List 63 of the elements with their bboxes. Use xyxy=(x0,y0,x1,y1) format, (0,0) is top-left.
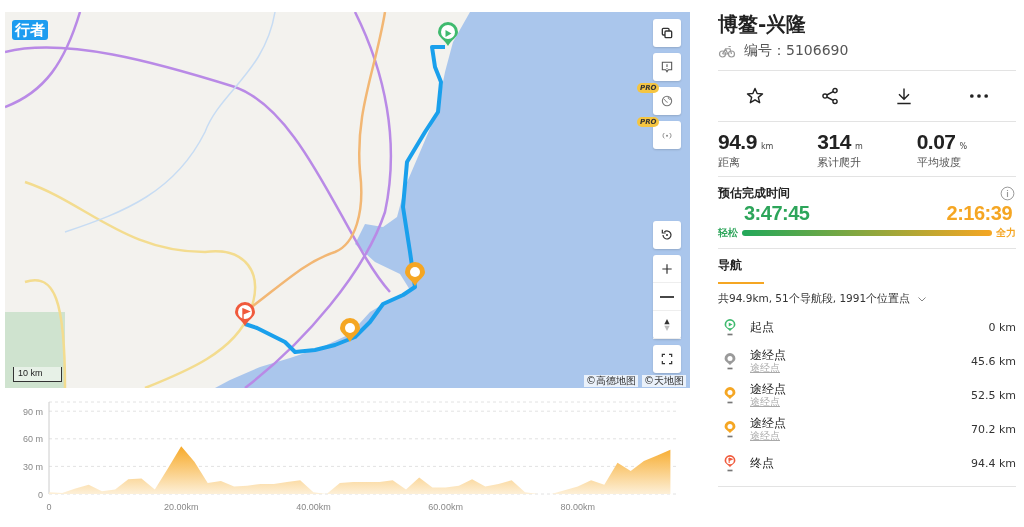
waypoint-distance: 94.4 km xyxy=(970,456,1016,470)
hard-time: 2:16:39 xyxy=(946,202,1012,224)
app-logo: 行者 xyxy=(12,20,48,40)
waypoint-subtitle: 途经点 xyxy=(750,430,781,442)
stat-label: 距离 xyxy=(718,155,741,170)
more-icon xyxy=(969,94,988,98)
route-title: 博鳌-兴隆 xyxy=(718,11,808,38)
layers-icon xyxy=(659,25,675,41)
stat-label: 平均坡度 xyxy=(916,155,962,170)
x-axis-label: 20.00km xyxy=(163,502,199,512)
x-axis-label: 80.00km xyxy=(560,502,596,512)
star-icon xyxy=(745,86,766,106)
waypoint-name: 起点 xyxy=(750,320,775,334)
stat-value: 0.07 xyxy=(916,130,956,153)
start-pin-icon xyxy=(438,22,458,46)
tab[interactable]: 导航 xyxy=(718,257,764,284)
waypoint-distance: 70.2 km xyxy=(970,422,1016,436)
map-attribution: ©天地图 xyxy=(642,375,686,387)
estimate-title: 预估完成时间 xyxy=(718,185,790,202)
y-axis-label: 90 m xyxy=(23,406,43,417)
stat-label: 累计爬升 xyxy=(817,155,863,170)
info-button[interactable] xyxy=(999,185,1016,202)
stat-unit: km xyxy=(760,142,774,151)
y-axis-label: 60 m xyxy=(23,434,43,445)
y-axis-label: 0 xyxy=(38,489,43,500)
y-axis-label: 30 m xyxy=(23,461,43,472)
flag-pin-icon xyxy=(235,302,255,326)
fullscreen-button[interactable] xyxy=(653,345,681,373)
hard-label: 全力 xyxy=(996,226,1016,240)
feedback-button[interactable] xyxy=(653,53,681,81)
scale-bar: 10 km xyxy=(13,367,62,382)
waypoint-subtitle: 途经点 xyxy=(750,362,781,374)
feedback-icon xyxy=(659,59,675,75)
easy-time: 3:47:45 xyxy=(744,202,810,224)
minus-icon xyxy=(660,295,674,298)
waypoint-pin-icon xyxy=(405,262,425,286)
waypoint-name: 途经点 xyxy=(750,416,787,430)
waypoint-name: 终点 xyxy=(750,456,775,470)
fullscreen-icon xyxy=(659,351,675,367)
stat-unit: % xyxy=(959,142,968,151)
map-attribution: ©高德地图 xyxy=(584,375,638,387)
easy-label: 轻松 xyxy=(718,226,738,240)
stat-value: 314 xyxy=(817,130,851,153)
waypoint-distance: 45.6 km xyxy=(970,354,1016,368)
reset-view-button[interactable] xyxy=(653,221,681,249)
waypoint-pin-icon xyxy=(340,318,360,342)
info-icon xyxy=(999,185,1016,202)
waypoint-distance: 52.5 km xyxy=(970,388,1016,402)
waypoint-name: 途经点 xyxy=(750,382,787,396)
layers-button[interactable] xyxy=(653,19,681,47)
stat-value: 94.9 xyxy=(718,130,757,153)
stat-unit: m xyxy=(854,142,863,151)
waypoint-subtitle: 途经点 xyxy=(750,396,781,408)
x-axis-label: 40.00km xyxy=(296,502,331,512)
waypoint-distance: 0 km xyxy=(988,320,1016,334)
route-number: 编号：5106690 xyxy=(744,42,849,60)
x-axis-label: 60.00km xyxy=(428,502,463,512)
x-axis-label: 0 xyxy=(46,502,52,512)
share-icon xyxy=(819,86,840,106)
route-summary: 共94.9km, 51个导航段, 1991个位置点 xyxy=(718,292,911,306)
reset-icon xyxy=(659,227,675,243)
waypoint-name: 途经点 xyxy=(750,348,787,362)
globe-icon xyxy=(659,93,675,109)
